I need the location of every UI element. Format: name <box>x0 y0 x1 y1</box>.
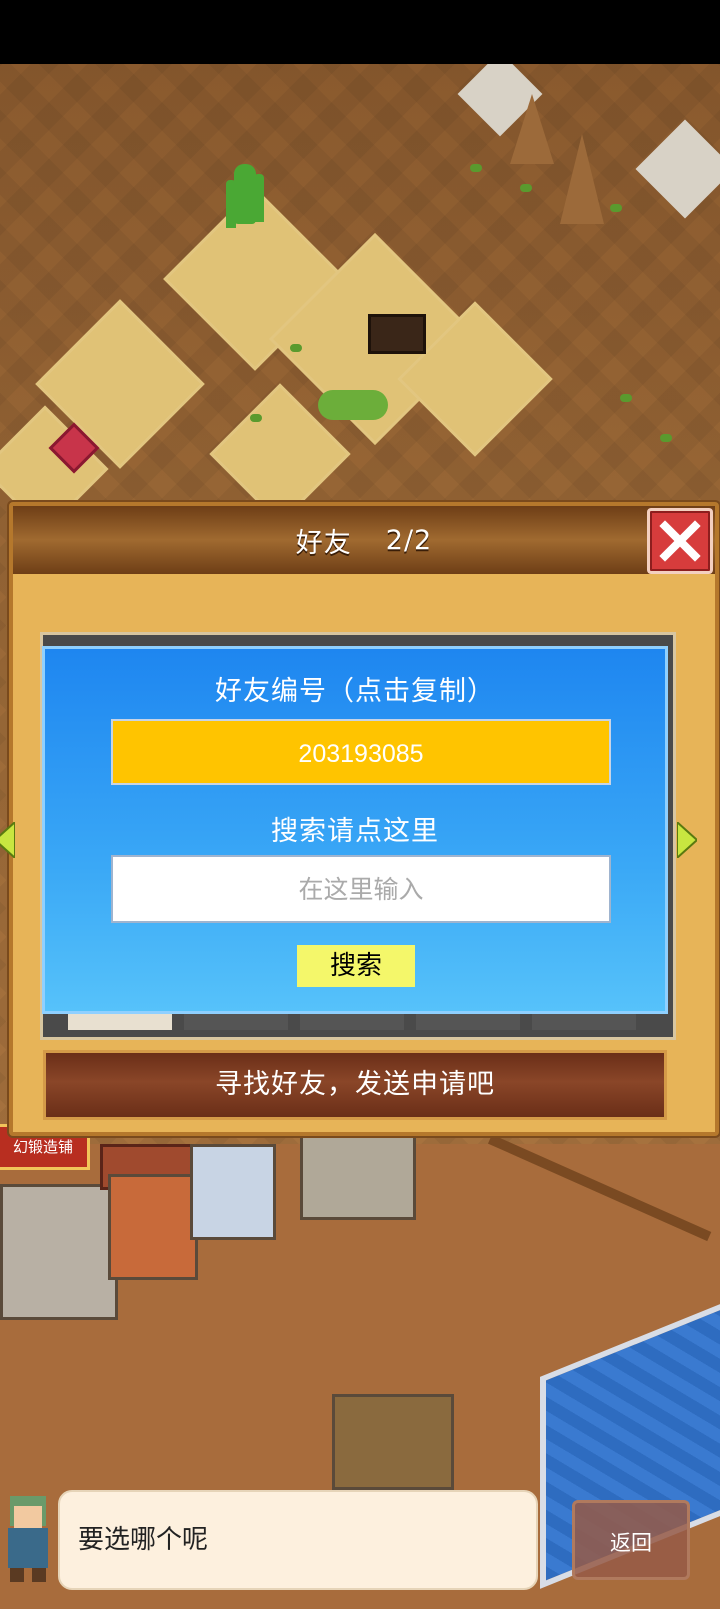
grass-tuft <box>660 434 672 442</box>
friend-tab[interactable] <box>184 1014 288 1030</box>
friend-tab[interactable] <box>416 1014 520 1030</box>
grass-tuft <box>620 394 632 402</box>
rock-spire <box>510 94 554 164</box>
treasure-chest[interactable] <box>368 314 426 354</box>
find-friend-button[interactable]: 寻找好友，发送申请吧 <box>43 1050 667 1120</box>
dialog-title: 好友 <box>295 527 352 559</box>
friend-id-label: 好友编号（点击复制） <box>215 676 495 707</box>
back-button[interactable]: 返回 <box>572 1500 690 1580</box>
red-shop[interactable] <box>108 1174 198 1280</box>
friend-tab[interactable] <box>532 1014 636 1030</box>
friends-dialog: 好友 2/2 好友编号（点击复制） 203193085 搜索请点这里 搜索 寻找… <box>0 502 719 1136</box>
grass-tuft <box>290 344 302 352</box>
wooden-hut[interactable] <box>332 1394 454 1490</box>
close-x-icon <box>659 520 701 562</box>
friend-tab-strip <box>42 1014 668 1030</box>
grass-tuft <box>250 414 262 422</box>
rock-spire <box>560 134 604 224</box>
grass-tuft <box>520 184 532 192</box>
blue-building[interactable] <box>190 1144 276 1240</box>
friend-id-panel: 好友编号（点击复制） 203193085 搜索请点这里 搜索 <box>42 646 668 1014</box>
status-bar <box>0 0 720 64</box>
dialog-header: 好友 2/2 <box>13 506 715 574</box>
stone-building[interactable] <box>300 1134 416 1220</box>
arrow-left-icon[interactable] <box>0 822 15 858</box>
grass-tuft <box>610 204 622 212</box>
arrow-right-icon[interactable] <box>677 822 697 858</box>
advisor-avatar <box>8 1496 48 1582</box>
friend-tab[interactable] <box>300 1014 404 1030</box>
friend-count: 2/2 <box>385 524 433 556</box>
grass-tuft <box>470 164 482 172</box>
search-hint: 搜索请点这里 <box>271 816 439 847</box>
friend-id-copy-button[interactable]: 203193085 <box>111 719 611 785</box>
speech-text: 要选哪个呢 <box>78 1525 209 1555</box>
speech-bubble: 要选哪个呢 <box>58 1490 538 1590</box>
stone-tower[interactable] <box>0 1184 118 1320</box>
search-button[interactable]: 搜索 <box>297 945 415 987</box>
friend-search-input[interactable] <box>111 855 611 923</box>
cactus <box>234 164 256 224</box>
close-button[interactable] <box>647 508 713 574</box>
friend-tab[interactable] <box>68 1014 172 1030</box>
bush <box>318 390 388 420</box>
